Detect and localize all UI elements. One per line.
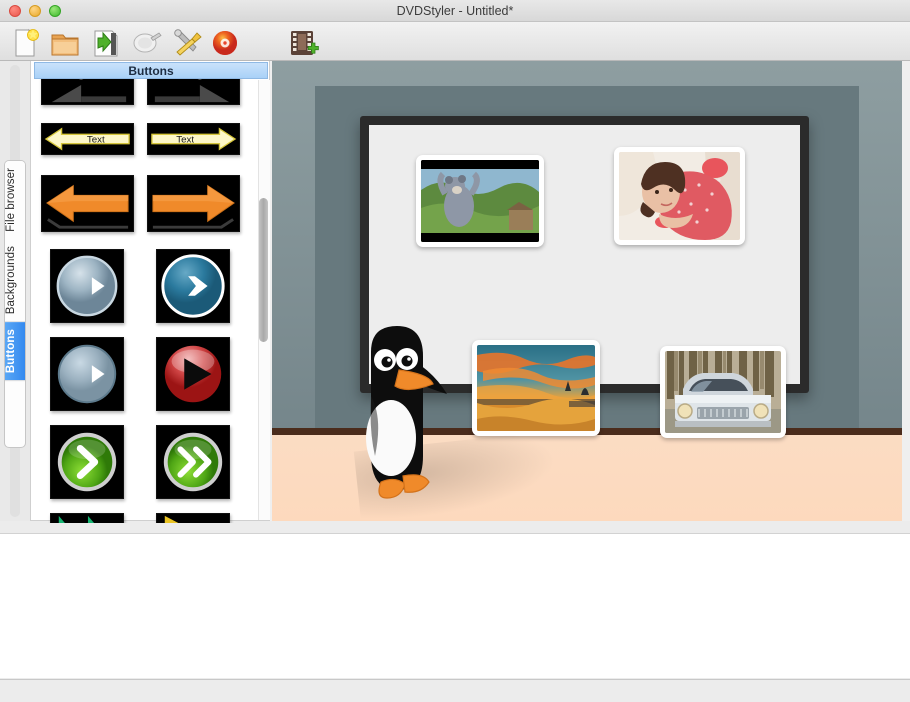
add-title-icon[interactable] xyxy=(286,26,320,60)
buttons-scrollbar-thumb[interactable] xyxy=(259,198,268,342)
button-orange-arrow-right[interactable] xyxy=(147,175,240,232)
photo-car[interactable] xyxy=(660,346,786,438)
svg-text:Text: Text xyxy=(87,135,105,146)
toolbar xyxy=(0,22,910,61)
save-project-icon[interactable] xyxy=(88,26,122,60)
photo-woman[interactable] xyxy=(614,147,745,245)
dvdstyler-window: DVDStyler - Untitled* xyxy=(0,0,910,702)
buttons-grid: Text Text xyxy=(34,79,262,523)
sidebar-tabs: File browser Backgrounds Buttons xyxy=(4,160,26,448)
button-circle-steel-right[interactable] xyxy=(50,249,124,323)
button-arrow-dark-right[interactable] xyxy=(147,79,240,105)
sidebar-tab-backgrounds[interactable]: Backgrounds xyxy=(5,239,26,322)
menu-editor-area[interactable] xyxy=(270,61,910,521)
titleset-tray: VMGM Menu 1 xyxy=(0,533,910,678)
settings-icon[interactable] xyxy=(170,26,204,60)
button-text-arrow-right[interactable]: Text xyxy=(147,123,240,155)
button-green-triangles[interactable] xyxy=(50,513,124,523)
statusbar: 2/136 Minutes 8 Mb/s xyxy=(0,679,910,702)
open-project-icon[interactable] xyxy=(48,26,82,60)
button-orange-arrow-left[interactable] xyxy=(41,175,134,232)
svg-text:Text: Text xyxy=(176,135,194,146)
button-circle-red-play[interactable] xyxy=(156,337,230,411)
button-yellow-triangle[interactable] xyxy=(156,513,230,523)
menu-preview-canvas[interactable] xyxy=(272,61,902,521)
titlebar: DVDStyler - Untitled* xyxy=(0,0,910,22)
photo-bear[interactable] xyxy=(416,155,544,247)
burn-icon[interactable] xyxy=(208,26,242,60)
photo-sunset[interactable] xyxy=(472,340,600,436)
sidebar-tab-file-browser[interactable]: File browser xyxy=(5,161,26,239)
button-text-arrow-left[interactable]: Text xyxy=(41,123,134,155)
button-circle-green-chevron[interactable] xyxy=(50,425,124,499)
buttons-panel-header: Buttons xyxy=(34,62,268,79)
window-title: DVDStyler - Untitled* xyxy=(0,0,910,22)
button-circle-green-chevron2[interactable] xyxy=(156,425,230,499)
new-project-icon[interactable] xyxy=(8,26,42,60)
sidebar-tab-buttons[interactable]: Buttons xyxy=(5,322,26,381)
button-circle-blue-right[interactable] xyxy=(156,249,230,323)
button-circle-steel2-right[interactable] xyxy=(50,337,124,411)
button-arrow-dark-left[interactable] xyxy=(41,79,134,105)
preview-icon[interactable] xyxy=(130,26,164,60)
penguin-mascot-icon xyxy=(347,316,462,516)
